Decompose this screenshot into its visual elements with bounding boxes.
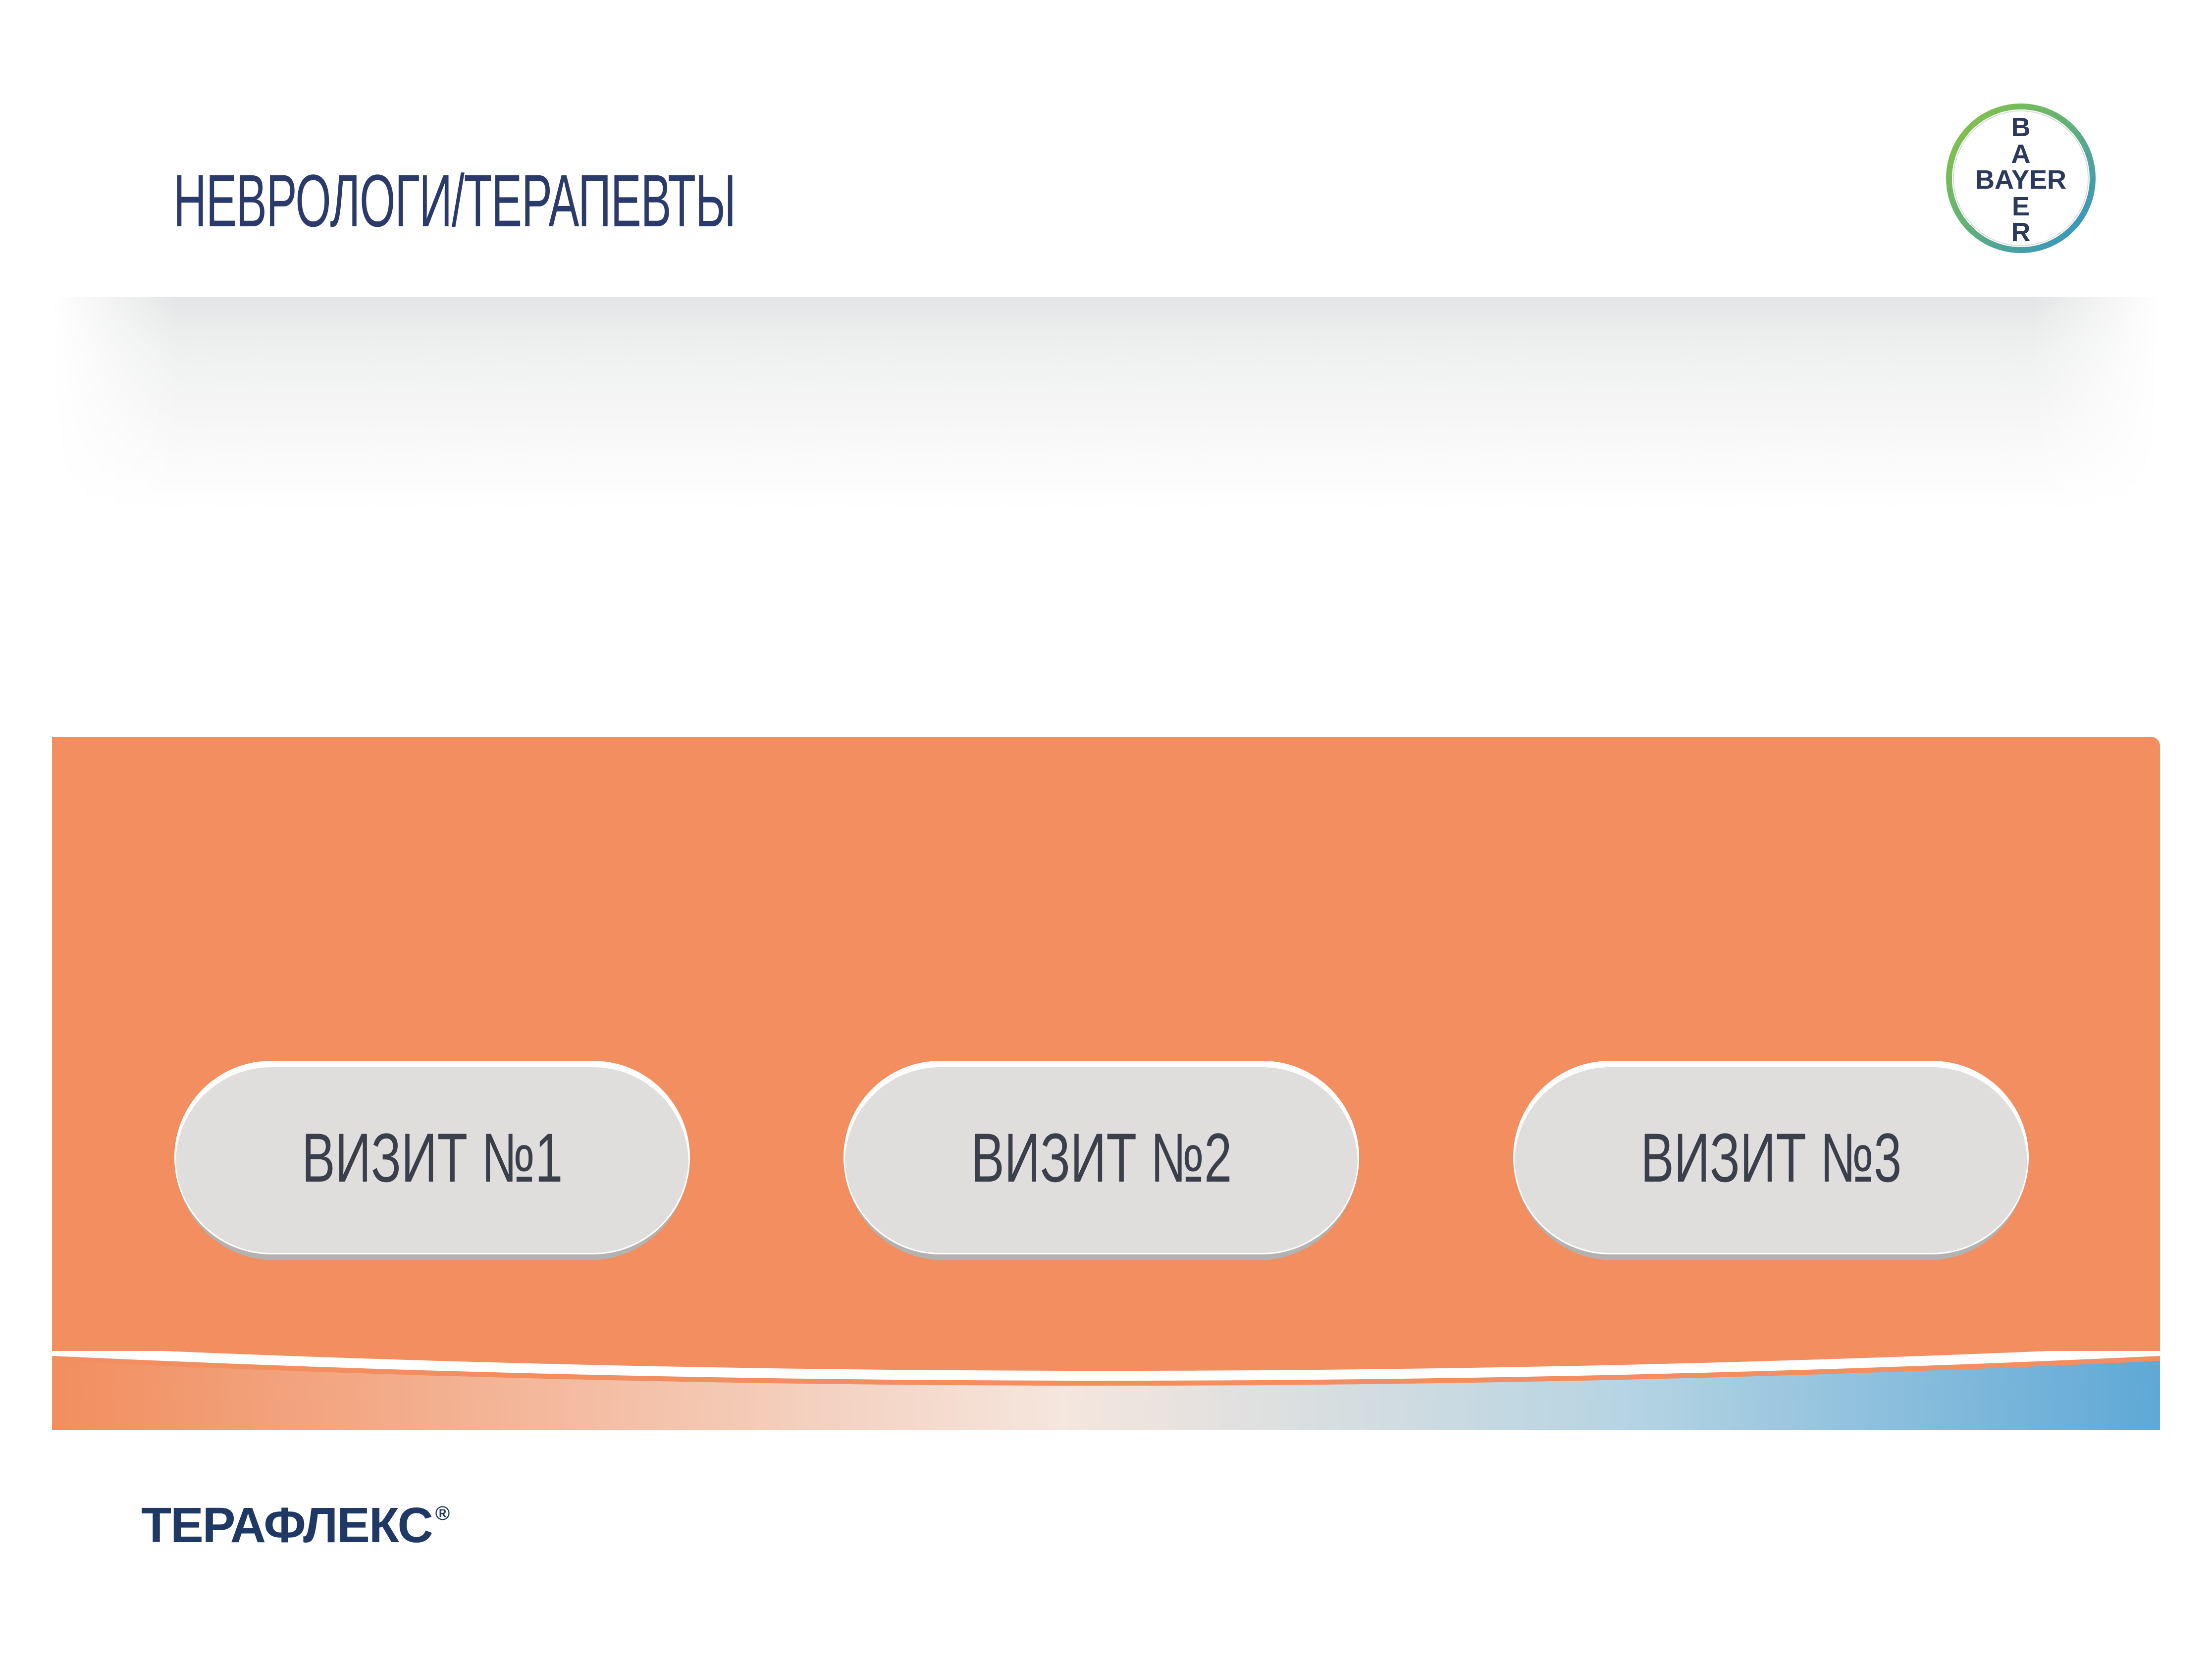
product-logo: ТЕРАФЛЕКС ®: [141, 1501, 450, 1550]
product-name: ТЕРАФЛЕКС: [141, 1498, 433, 1553]
visit-1-face[interactable]: ВИЗИТ №1: [176, 1062, 688, 1253]
page-title: НЕВРОЛОГИ/ТЕРАПЕВТЫ: [173, 159, 736, 242]
visit-1-label: ВИЗИТ №1: [302, 1118, 563, 1196]
visit-2-label: ВИЗИТ №2: [971, 1118, 1232, 1196]
page: НЕВРОЛОГИ/ТЕРАПЕВТЫ BAYER B A E R ВИЗИТ …: [0, 0, 2212, 1659]
logo-vertical-letter: B: [2011, 112, 2031, 142]
logo-vertical-letter: E: [2012, 192, 2030, 221]
logo-vertical-letter: A: [2011, 139, 2031, 169]
registered-mark: ®: [435, 1503, 450, 1524]
visit-3-button[interactable]: ВИЗИТ №3: [1515, 1062, 2027, 1260]
visit-1-button[interactable]: ВИЗИТ №1: [176, 1062, 688, 1260]
visit-2-button[interactable]: ВИЗИТ №2: [845, 1062, 1358, 1260]
visit-3-face[interactable]: ВИЗИТ №3: [1515, 1062, 2027, 1253]
visit-2-face[interactable]: ВИЗИТ №2: [845, 1062, 1358, 1253]
bottom-wave: [52, 1351, 2160, 1430]
bayer-logo: BAYER B A E R: [1946, 104, 2096, 253]
logo-vertical-letter: R: [2011, 217, 2031, 247]
header-shadow-band: [52, 297, 2160, 510]
visit-3-label: ВИЗИТ №3: [1640, 1118, 1901, 1196]
logo-horizontal-text: BAYER: [1975, 165, 2066, 195]
